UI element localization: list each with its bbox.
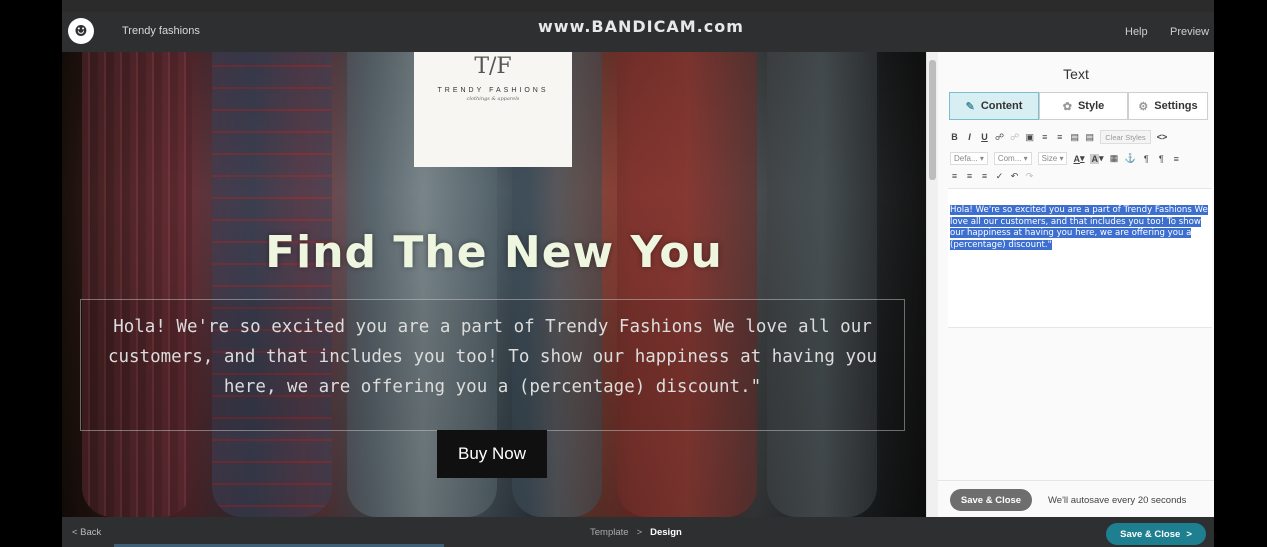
rtl-paragraph-icon[interactable]: ¶ [1157,153,1166,165]
font-dropdown[interactable]: Defa... ▾ [950,152,988,165]
brand-tagline: clothings & apparels [466,96,520,102]
rich-text-editor[interactable]: Hola! We're so excited you are a part of… [948,188,1212,328]
unlink-icon[interactable]: ☍ [1010,131,1019,143]
source-code-button[interactable]: <> [1157,131,1168,143]
align-right-icon[interactable]: ≡ [965,170,974,182]
shirt-image [617,52,757,517]
hero-body-text[interactable]: Hola! We're so excited you are a part of… [91,312,894,402]
tab-label: Style [1077,100,1105,112]
brand-logo-block[interactable]: T/F TRENDY FASHIONS clothings & apparels [414,52,572,167]
campaign-name: Trendy fashions [122,25,200,37]
table-icon[interactable]: ▦ [1110,153,1119,165]
breadcrumb: Template > Design [590,527,682,538]
email-canvas: T/F TRENDY FASHIONS clothings & apparels… [62,52,926,517]
italic-button[interactable]: I [965,131,974,143]
size-dropdown[interactable]: Size ▾ [1037,152,1068,165]
hero-heading[interactable]: Find The New You [62,227,926,278]
link-icon[interactable]: ☍ [995,131,1004,143]
bg-color-glyph: A [1090,153,1099,164]
shirt-image [767,52,877,517]
app-frame: ☻ Trendy fashions www.BANDICAM.com Help … [62,0,1214,547]
text-block-panel: Text ✎ Content ✿ Style ⚙ Settings B I U … [938,52,1214,517]
buy-now-button[interactable]: Buy Now [437,430,547,478]
brand-name: TRENDY FASHIONS [437,87,549,94]
shirt-image [212,52,332,517]
underline-button[interactable]: U [980,131,989,143]
background-color-button[interactable]: A ▾ [1090,153,1104,165]
top-bar: ☻ Trendy fashions www.BANDICAM.com Help … [62,12,1214,52]
autosave-notice: We'll autosave every 20 seconds [1048,495,1187,506]
tab-settings[interactable]: ⚙ Settings [1128,92,1208,120]
crumb-design: Design [650,527,682,538]
font-dropdown-value: Defa... [954,154,978,163]
bandicam-watermark: www.BANDICAM.com [538,17,744,36]
panel-title: Text [1063,66,1089,82]
clear-styles-button[interactable]: Clear Styles [1100,130,1151,144]
align-center-icon[interactable]: ≡ [950,170,959,182]
panel-footer: Save & Close We'll autosave every 20 sec… [938,480,1214,517]
paste-text-icon[interactable]: ▤ [1085,131,1094,143]
format-dropdown[interactable]: Com... ▾ [993,152,1032,165]
pencil-icon: ✎ [965,100,975,113]
tab-content[interactable]: ✎ Content [949,92,1039,120]
editor-text-content: Hola! We're so excited you are a part of… [950,205,1208,250]
text-color-button[interactable]: A ▾ [1073,153,1084,165]
save-close-panel-button[interactable]: Save & Close [950,489,1032,511]
save-close-button[interactable]: Save & Close > [1106,523,1206,545]
text-color-glyph: A [1073,153,1080,164]
preview-link[interactable]: Preview [1170,26,1209,38]
numbered-list-icon[interactable]: ≡ [1055,131,1064,143]
tab-label: Settings [1154,100,1198,112]
crumb-template[interactable]: Template [590,527,629,538]
image-icon[interactable]: ▣ [1025,131,1034,143]
shirt-image [82,52,192,517]
brand-monogram: T/F [474,54,512,79]
anchor-icon[interactable]: ⚓ [1125,153,1136,165]
align-left-icon[interactable]: ≡ [1172,153,1181,165]
canvas-scrollbar[interactable] [926,52,938,517]
editor-toolbar-row-1: B I U ☍ ☍ ▣ ≡ ≡ ▤ ▤ Clear Styles <> [950,130,1167,144]
format-dropdown-value: Com... [997,154,1022,163]
brush-icon: ✿ [1062,100,1072,113]
editor-toolbar-row-3: ≡ ≡ ≡ ✓ ↶ ↷ [950,170,1034,182]
justify-icon[interactable]: ≡ [980,170,989,182]
chevron-right-icon: > [636,527,643,538]
size-dropdown-value: Size [1041,154,1058,163]
paragraph-icon[interactable]: ¶ [1142,153,1151,165]
editor-toolbar-row-2: Defa... ▾ Com... ▾ Size ▾ A ▾ A ▾ ▦ ⚓ ¶ ¶ … [950,152,1181,165]
bottom-bar: < Back Template > Design Save & Close > [62,517,1214,547]
text-block-selected[interactable]: Hola! We're so excited you are a part of… [80,299,905,431]
chevron-right-icon: > [1186,528,1192,540]
mailchimp-logo-icon[interactable]: ☻ [68,18,94,44]
spellcheck-icon[interactable]: ✓ [995,170,1004,182]
chevron-down-icon: ▾ [979,154,984,163]
redo-icon[interactable]: ↷ [1025,170,1034,182]
scrollbar-thumb[interactable] [929,60,936,180]
bold-button[interactable]: B [950,131,959,143]
undo-icon[interactable]: ↶ [1010,170,1019,182]
back-link[interactable]: < Back [72,527,101,538]
bulleted-list-icon[interactable]: ≡ [1040,131,1049,143]
help-link[interactable]: Help [1125,26,1148,38]
chevron-down-icon: ▾ [1059,154,1064,163]
paste-icon[interactable]: ▤ [1070,131,1079,143]
tab-label: Content [980,100,1023,112]
chevron-down-icon: ▾ [1023,154,1028,163]
save-close-label: Save & Close [1120,528,1181,540]
tab-style[interactable]: ✿ Style [1039,92,1128,120]
gear-icon: ⚙ [1138,100,1149,113]
editor-selected-text[interactable]: Hola! We're so excited you are a part of… [950,205,1210,251]
